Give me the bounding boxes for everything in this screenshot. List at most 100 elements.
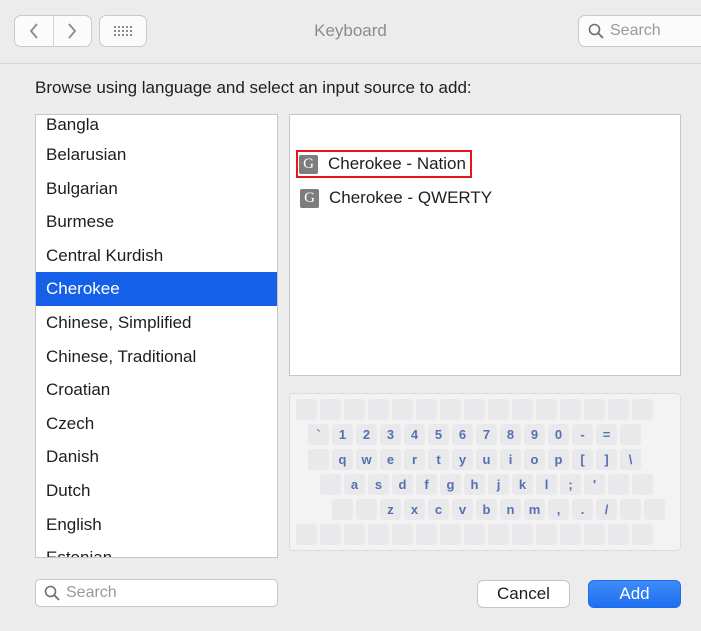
keyboard-key-blank — [632, 399, 653, 420]
keyboard-row: a s d f g h j k l; ' — [320, 474, 653, 495]
keyboard-key: [ — [572, 449, 593, 470]
language-item[interactable]: English — [36, 508, 277, 542]
keyboard-key: y — [452, 449, 473, 470]
search-icon — [44, 585, 60, 601]
keyboard-key-blank — [584, 524, 605, 545]
language-item[interactable]: Cherokee — [36, 272, 277, 306]
keyboard-key-blank — [416, 524, 437, 545]
language-search-placeholder: Search — [66, 584, 117, 601]
keyboard-key-blank — [620, 424, 641, 445]
keyboard-key-blank — [632, 524, 653, 545]
keyboard-key: 2 — [356, 424, 377, 445]
keyboard-key: b — [476, 499, 497, 520]
keyboard-key-blank — [332, 499, 353, 520]
keyboard-key: n — [500, 499, 521, 520]
keyboard-key: i — [500, 449, 521, 470]
keyboard-key-blank — [536, 399, 557, 420]
keyboard-row: z x c v b n m,. / — [332, 499, 665, 520]
keyboard-key: ; — [560, 474, 581, 495]
keyboard-key: , — [548, 499, 569, 520]
keyboard-key: f — [416, 474, 437, 495]
keyboard-key-blank — [296, 524, 317, 545]
language-item[interactable]: Belarusian — [36, 138, 277, 172]
keyboard-key-blank — [368, 524, 389, 545]
keyboard-key-blank — [620, 499, 641, 520]
keyboard-key: z — [380, 499, 401, 520]
toolbar-search-placeholder: Search — [610, 22, 661, 39]
keyboard-key: \ — [620, 449, 641, 470]
keyboard-key: u — [476, 449, 497, 470]
keyboard-key-blank — [644, 499, 665, 520]
keyboard-key: 1 — [332, 424, 353, 445]
keyboard-key-blank — [320, 524, 341, 545]
language-item[interactable]: Bulgarian — [36, 172, 277, 206]
input-source-icon: G — [300, 188, 319, 208]
keyboard-key: p — [548, 449, 569, 470]
input-source-icon: G — [299, 154, 318, 174]
add-button[interactable]: Add — [588, 580, 681, 608]
keyboard-row — [296, 399, 653, 420]
keyboard-key: k — [512, 474, 533, 495]
language-item[interactable]: Chinese, Simplified — [36, 306, 277, 340]
keyboard-key: 6 — [452, 424, 473, 445]
keyboard-key: / — [596, 499, 617, 520]
input-source-list[interactable]: G Cherokee - Nation G Cherokee - QWERTY — [289, 114, 681, 376]
keyboard-key: 7 — [476, 424, 497, 445]
keyboard-key-blank — [608, 524, 629, 545]
keyboard-key-blank — [392, 399, 413, 420]
input-source-label: Cherokee - Nation — [328, 154, 466, 173]
keyboard-key-blank — [344, 524, 365, 545]
keyboard-row — [296, 524, 653, 545]
language-item[interactable]: Czech — [36, 407, 277, 441]
keyboard-key: = — [596, 424, 617, 445]
keyboard-key: . — [572, 499, 593, 520]
cancel-button[interactable]: Cancel — [477, 580, 570, 608]
language-item[interactable]: Burmese — [36, 205, 277, 239]
keyboard-key-blank — [584, 399, 605, 420]
toolbar-search-field[interactable]: Search — [578, 15, 701, 47]
keyboard-key: 0 — [548, 424, 569, 445]
keyboard-key: h — [464, 474, 485, 495]
language-list[interactable]: Bangla Belarusian Bulgarian Burmese Central … — [35, 114, 278, 558]
keyboard-key-blank — [488, 399, 509, 420]
keyboard-key: - — [572, 424, 593, 445]
keyboard-key-blank — [464, 524, 485, 545]
keyboard-key: e — [380, 449, 401, 470]
keyboard-key-blank — [536, 524, 557, 545]
search-icon — [588, 23, 604, 39]
keyboard-key-blank — [608, 399, 629, 420]
keyboard-key: 3 — [380, 424, 401, 445]
keyboard-row: ` 1 2 3 4 5 6 7 8 9 0- = — [308, 424, 641, 445]
keyboard-key: t — [428, 449, 449, 470]
keyboard-key: w — [356, 449, 377, 470]
language-item[interactable]: Central Kurdish — [36, 239, 277, 273]
keyboard-key-blank — [512, 399, 533, 420]
language-item[interactable]: Estonian — [36, 541, 277, 557]
keyboard-key-blank — [632, 474, 653, 495]
keyboard-key-blank — [368, 399, 389, 420]
language-item[interactable]: Croatian — [36, 373, 277, 407]
keyboard-key: a — [344, 474, 365, 495]
input-source-item[interactable]: G Cherokee - Nation — [296, 150, 472, 178]
language-item[interactable]: Danish — [36, 440, 277, 474]
window-toolbar: Keyboard Search — [0, 0, 701, 64]
language-search-field[interactable]: Search — [35, 579, 278, 607]
keyboard-key: q — [332, 449, 353, 470]
language-item[interactable]: Bangla — [36, 115, 277, 138]
keyboard-preview: ` 1 2 3 4 5 6 7 8 9 0- = q w e r t y u i o p[] \ a s d f g h j k l; ' z x c… — [289, 393, 681, 551]
keyboard-row: q w e r t y u i o p[] \ — [308, 449, 641, 470]
keyboard-key: ] — [596, 449, 617, 470]
input-source-item[interactable]: G Cherokee - QWERTY — [298, 184, 496, 212]
language-item[interactable]: Chinese, Traditional — [36, 340, 277, 374]
input-source-label: Cherokee - QWERTY — [329, 188, 493, 207]
keyboard-key: 5 — [428, 424, 449, 445]
keyboard-key: g — [440, 474, 461, 495]
keyboard-key: l — [536, 474, 557, 495]
keyboard-key-blank — [560, 399, 581, 420]
keyboard-key: d — [392, 474, 413, 495]
language-item[interactable]: Dutch — [36, 474, 277, 508]
keyboard-key-blank — [416, 399, 437, 420]
instruction-label: Browse using language and select an inpu… — [35, 78, 472, 97]
keyboard-key: r — [404, 449, 425, 470]
keyboard-key: s — [368, 474, 389, 495]
